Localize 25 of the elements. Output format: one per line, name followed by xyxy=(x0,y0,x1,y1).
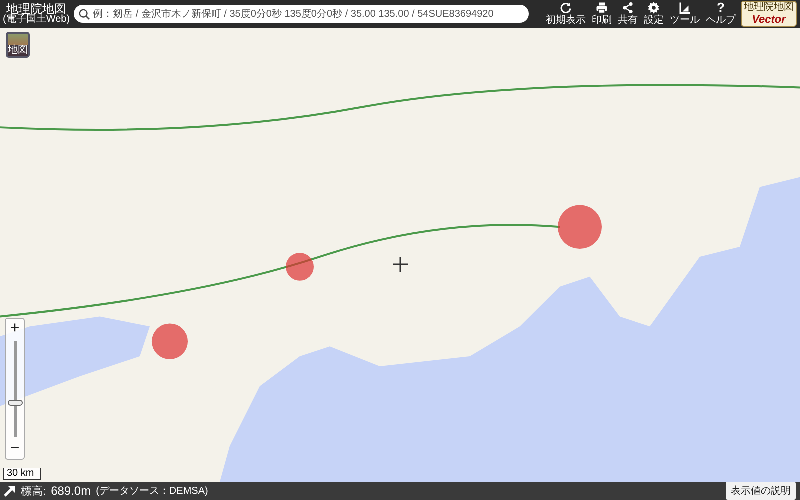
app-subtitle: (電子国土Web) xyxy=(3,15,70,25)
base-map-button[interactable]: 地図 xyxy=(6,32,30,58)
crosshair-icon xyxy=(393,257,408,272)
scale-bar: 30 km xyxy=(3,468,42,480)
share-button[interactable]: 共有 xyxy=(617,2,639,26)
arrow-icon xyxy=(4,485,16,497)
explanation-button[interactable]: 表示値の説明 xyxy=(726,482,796,500)
search-icon xyxy=(79,8,90,20)
share-icon xyxy=(622,2,634,14)
help-button[interactable]: ? ヘルプ xyxy=(705,2,737,26)
app-title: 地理院地図 xyxy=(6,3,67,15)
reset-button[interactable]: 初期表示 xyxy=(545,2,587,26)
settings-button[interactable]: 設定 xyxy=(643,2,665,26)
zoom-control[interactable]: + − xyxy=(5,318,25,460)
data-source-text: (データソース：DEMSA) xyxy=(96,485,208,498)
elevation-value: 689.0m xyxy=(51,484,92,498)
elevation-label: 標高: xyxy=(21,484,46,498)
vector-badge[interactable]: 地理院地図 Vector xyxy=(741,1,797,27)
tool-button[interactable]: ツール xyxy=(669,2,701,26)
zoom-in-button[interactable]: + xyxy=(10,319,20,339)
ruler-icon xyxy=(679,2,691,14)
print-button[interactable]: 印刷 xyxy=(591,2,613,26)
zoom-out-button[interactable]: − xyxy=(10,439,20,459)
refresh-icon xyxy=(560,2,572,14)
zoom-slider-thumb[interactable] xyxy=(8,400,22,406)
